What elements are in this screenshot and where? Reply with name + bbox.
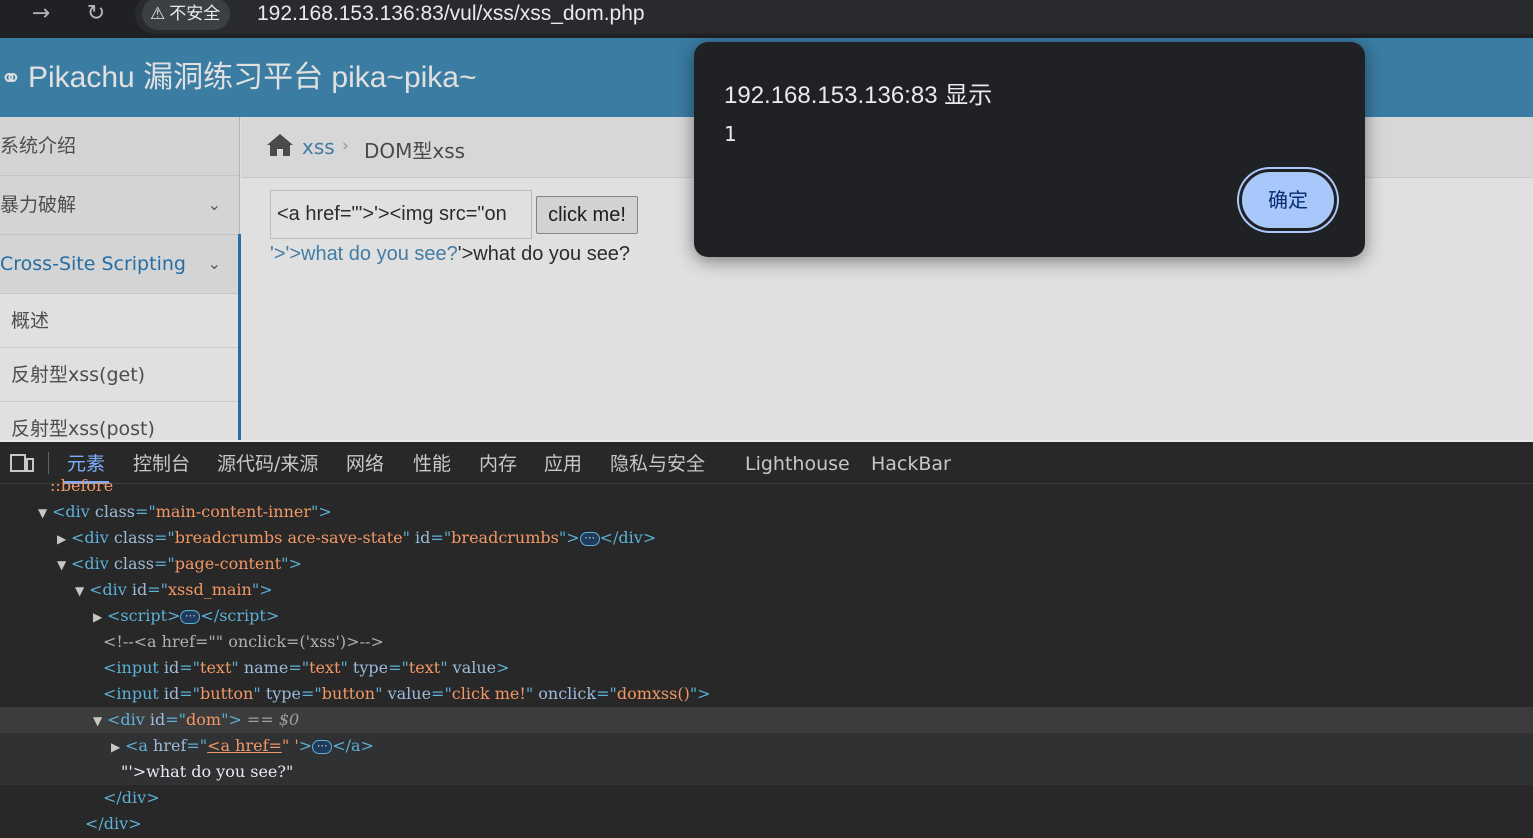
key-icon: ⚭ — [0, 63, 22, 93]
device-toolbar-icon[interactable] — [10, 453, 34, 473]
breadcrumb-separator-icon: › — [342, 136, 349, 156]
triangle-down-icon[interactable]: ▼ — [57, 552, 71, 578]
tree-line-comment[interactable]: <!--<a href="" onclick=('xss')>--> — [0, 629, 1533, 655]
breadcrumb-current: DOM型xss — [364, 139, 466, 163]
security-label: 不安全 — [169, 4, 221, 24]
attr-value: domxss() — [616, 684, 690, 703]
tree-line-anchor[interactable]: ▶ <a href="<a href=" '> ⋯ </a> — [0, 733, 1533, 759]
triangle-down-icon[interactable]: ▼ — [93, 708, 107, 734]
tree-line-page-content[interactable]: ▼ <div class="page-content"> — [0, 551, 1533, 577]
attr-value-link[interactable]: <a href= — [207, 736, 282, 755]
tree-line-input-button[interactable]: <input id="button" type="button" value="… — [0, 681, 1533, 707]
attr-value: xssd_main — [168, 580, 252, 599]
attr-value: main-content-inner — [155, 502, 312, 521]
chevron-down-icon: ⌄ — [207, 254, 221, 273]
chevron-down-icon: ⌄ — [207, 195, 221, 214]
tree-line-breadcrumbs[interactable]: ▶ <div class="breadcrumbs ace-save-state"… — [0, 525, 1533, 551]
dom-output: '>'>what do you see?'>what do you see? — [270, 243, 630, 266]
attr-value: text — [309, 658, 341, 677]
tree-line-main-content[interactable]: ▼ <div class="main-content-inner"> — [0, 499, 1533, 525]
dom-output-link[interactable]: '>'>what do you see? — [270, 243, 458, 265]
attr-value: dom — [186, 710, 222, 729]
security-chip[interactable]: ⚠ 不安全 — [142, 0, 231, 30]
url-text[interactable]: 192.168.153.136:83/vul/xss/xss_dom.php — [257, 0, 645, 28]
ellipsis-icon[interactable]: ⋯ — [180, 609, 201, 624]
dom-output-text: '>what do you see? — [457, 243, 631, 265]
brand[interactable]: ⚭ Pikachu 漏洞练习平台 pika~pika~ — [0, 58, 477, 98]
triangle-right-icon[interactable]: ▶ — [93, 604, 107, 630]
sidebar-item-label: Cross-Site Scripting — [0, 253, 186, 275]
tree-line-text-node[interactable]: "'>what do you see?" — [0, 759, 1533, 785]
text-node: "'>what do you see?" — [121, 762, 294, 781]
sidebar-item-label: 系统介绍 — [0, 135, 77, 157]
sidebar-active-indicator — [238, 234, 241, 440]
sidebar-item-intro[interactable]: 系统介绍 — [0, 117, 239, 176]
elements-tree: ::before ▼ <div class="main-content-inner… — [0, 476, 1533, 838]
sidebar-subitem-reflected-get[interactable]: 反射型xss(get) — [0, 348, 239, 402]
devtools-panel: 元素 控制台 源代码/来源 网络 性能 内存 应用 隐私与安全 Lighthou… — [0, 440, 1533, 838]
devtools-divider — [48, 452, 49, 474]
click-me-button[interactable]: click me! — [536, 196, 638, 234]
tree-line-close-div-dom[interactable]: </div> — [0, 785, 1533, 811]
attr-value: page-content — [174, 554, 282, 573]
attr-value: button — [200, 684, 254, 703]
sidebar-item-label: 暴力破解 — [0, 194, 77, 216]
xss-text-input[interactable]: <a href="'>'><img src="on — [270, 190, 532, 239]
sidebar: 系统介绍 暴力破解 ⌄ Cross-Site Scripting ⌄ 概述 反射型x… — [0, 117, 240, 440]
tree-line-before[interactable]: ::before — [0, 473, 1533, 499]
triangle-down-icon[interactable]: ▼ — [75, 578, 89, 604]
tree-line-input-text[interactable]: <input id="text" name="text" type="text"… — [0, 655, 1533, 681]
dialog-ok-button[interactable]: 确定 — [1239, 169, 1337, 231]
alert-dialog: 192.168.153.136:83 显示 1 确定 — [694, 42, 1365, 257]
brand-title: Pikachu 漏洞练习平台 pika~pika~ — [28, 61, 477, 94]
triangle-right-icon[interactable]: ▶ — [111, 734, 125, 760]
attr-value: breadcrumbs — [451, 528, 559, 547]
attr-value: button — [321, 684, 376, 703]
pseudo-element: ::before — [50, 476, 114, 495]
attr-value: breadcrumbs ace-save-state — [174, 528, 403, 547]
sidebar-item-bruteforce[interactable]: 暴力破解 ⌄ — [0, 176, 239, 235]
ellipsis-icon[interactable]: ⋯ — [312, 739, 333, 754]
tree-line-script[interactable]: ▶ <script> ⋯ </script> — [0, 603, 1533, 629]
attr-value: click me! — [451, 684, 526, 703]
selected-marker: == $0 — [246, 710, 300, 729]
html-comment: <!--<a href="" onclick=('xss')>--> — [103, 632, 384, 651]
reload-icon[interactable]: ↻ — [82, 0, 110, 28]
dialog-message: 1 — [724, 122, 737, 146]
ellipsis-icon[interactable]: ⋯ — [579, 531, 600, 546]
sidebar-item-xss[interactable]: Cross-Site Scripting ⌄ — [0, 235, 239, 294]
dialog-title: 192.168.153.136:83 显示 — [724, 82, 993, 109]
attr-value: text — [408, 658, 441, 677]
attr-value: text — [200, 658, 232, 677]
home-icon[interactable] — [266, 133, 294, 157]
triangle-down-icon[interactable]: ▼ — [38, 500, 52, 526]
browser-toolbar: → ↻ ⚠ 不安全 192.168.153.136:83/vul/xss/xss_… — [0, 0, 1533, 38]
tree-line-close-div-xssd[interactable]: </div> — [0, 811, 1533, 837]
tree-line-xssd-main[interactable]: ▼ <div id="xssd_main"> — [0, 577, 1533, 603]
arrow-right-icon[interactable]: → — [27, 0, 55, 28]
breadcrumb-xss-link[interactable]: xss — [302, 135, 335, 159]
sidebar-subitem-reflected-post[interactable]: 反射型xss(post) — [0, 402, 239, 440]
tree-line-div-dom-selected[interactable]: ▼ <div id="dom"> == $0 — [0, 707, 1533, 733]
warning-icon: ⚠ — [150, 4, 166, 24]
triangle-right-icon[interactable]: ▶ — [57, 526, 71, 552]
sidebar-subitem-overview[interactable]: 概述 — [0, 294, 239, 348]
